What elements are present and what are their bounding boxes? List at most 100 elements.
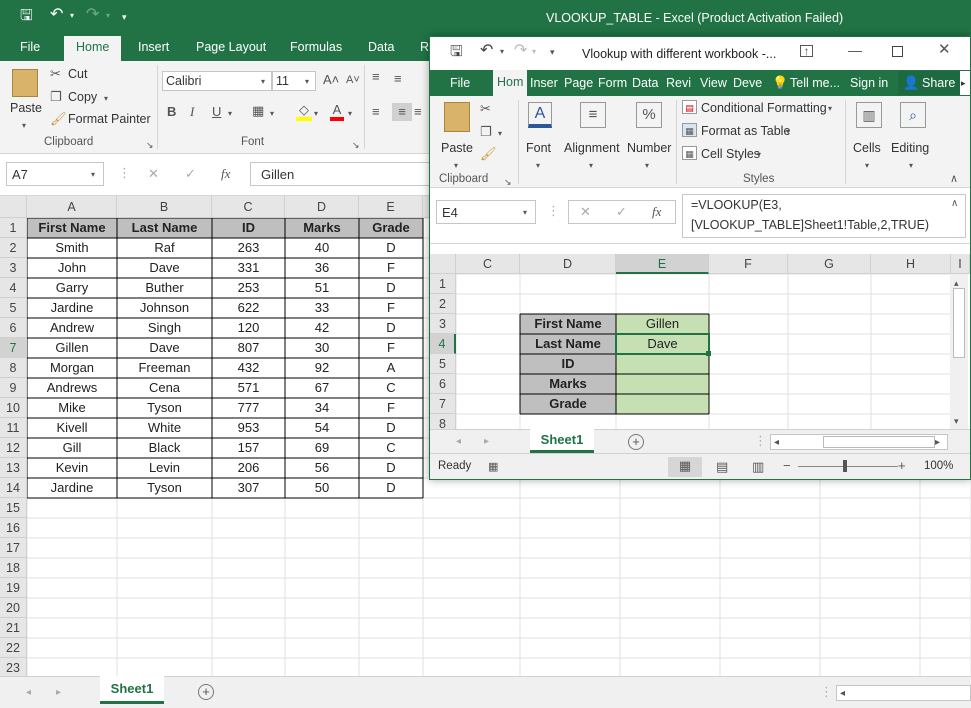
- name-box[interactable]: E4 ▾: [436, 200, 536, 224]
- row-header[interactable]: 4: [430, 334, 456, 354]
- number-button[interactable]: % Number ▾: [626, 100, 672, 170]
- sheet-tab-sheet1[interactable]: Sheet1: [530, 429, 594, 453]
- column-header-c[interactable]: C: [456, 254, 520, 274]
- table-cell[interactable]: 157: [212, 438, 285, 458]
- conditional-formatting-button[interactable]: Conditional Formatting: [701, 101, 827, 115]
- row-header[interactable]: 17: [0, 538, 27, 558]
- lookup-label-cell[interactable]: ID: [520, 354, 616, 374]
- table-cell[interactable]: 432: [212, 358, 285, 378]
- row-header[interactable]: 13: [0, 458, 27, 478]
- tab-page-layout[interactable]: Page: [564, 76, 593, 90]
- copy-icon[interactable]: ❐: [50, 90, 62, 104]
- tab-page-layout[interactable]: Page Layout: [196, 40, 266, 54]
- format-as-table-button[interactable]: Format as Table: [701, 124, 790, 138]
- table-cell[interactable]: 50: [285, 478, 359, 498]
- cells-button[interactable]: ▥ Cells ▾: [850, 100, 886, 170]
- table-cell[interactable]: Jardine: [27, 478, 117, 498]
- tab-home[interactable]: Hom: [493, 70, 528, 96]
- editing-button[interactable]: ⌕ Editing ▾: [890, 100, 936, 170]
- copy-icon[interactable]: ❐: [480, 125, 492, 139]
- table-header-cell[interactable]: Last Name: [117, 218, 212, 238]
- row-header[interactable]: 7: [430, 394, 456, 414]
- table-cell[interactable]: Smith: [27, 238, 117, 258]
- lookup-label-cell[interactable]: Grade: [520, 394, 616, 414]
- table-cell[interactable]: 69: [285, 438, 359, 458]
- cell-styles-button[interactable]: Cell Styles: [701, 147, 760, 161]
- middle-align-icon[interactable]: ≡: [394, 72, 402, 86]
- borders-dropdown-icon[interactable]: ▾: [270, 107, 274, 121]
- table-cell[interactable]: 120: [212, 318, 285, 338]
- table-cell[interactable]: 34: [285, 398, 359, 418]
- tab-developer[interactable]: Deve: [733, 76, 762, 90]
- tab-view[interactable]: View: [700, 76, 727, 90]
- table-cell[interactable]: 263: [212, 238, 285, 258]
- table-cell[interactable]: 777: [212, 398, 285, 418]
- font-name-dropdown[interactable]: Calibri ▾: [162, 71, 272, 91]
- row-header[interactable]: 4: [0, 278, 27, 298]
- insert-function-icon[interactable]: fx: [221, 167, 230, 181]
- table-cell[interactable]: 54: [285, 418, 359, 438]
- scroll-right-icon[interactable]: ▸: [56, 686, 61, 700]
- italic-icon[interactable]: I: [190, 105, 194, 119]
- scroll-left-icon[interactable]: ◂: [456, 435, 461, 449]
- column-header-e[interactable]: E: [616, 254, 709, 274]
- font-color-icon[interactable]: A: [330, 103, 344, 121]
- scroll-thumb[interactable]: [823, 436, 935, 448]
- row-header[interactable]: 20: [0, 598, 27, 618]
- table-cell[interactable]: Johnson: [117, 298, 212, 318]
- tab-formulas[interactable]: Form: [598, 76, 627, 90]
- table-cell[interactable]: Dave: [117, 258, 212, 278]
- table-cell[interactable]: Gill: [27, 438, 117, 458]
- table-cell[interactable]: Singh: [117, 318, 212, 338]
- table-cell[interactable]: Tyson: [117, 478, 212, 498]
- table-cell[interactable]: John: [27, 258, 117, 278]
- cell-styles-icon[interactable]: ▦: [682, 146, 697, 160]
- table-cell[interactable]: Gillen: [27, 338, 117, 358]
- table-cell[interactable]: D: [359, 318, 423, 338]
- column-header-c[interactable]: C: [212, 196, 285, 218]
- row-header[interactable]: 3: [0, 258, 27, 278]
- column-header-d[interactable]: D: [285, 196, 359, 218]
- underline-icon[interactable]: U: [212, 105, 221, 119]
- row-header[interactable]: 1: [430, 274, 456, 294]
- ribbon-display-icon[interactable]: ↑: [800, 45, 813, 57]
- dialog-launcher-icon[interactable]: ↘: [146, 138, 154, 152]
- redo-icon[interactable]: ↷: [514, 43, 527, 59]
- fill-color-icon[interactable]: ◇: [296, 103, 312, 121]
- row-header[interactable]: 7: [0, 338, 27, 358]
- lookup-label-cell[interactable]: First Name: [520, 314, 616, 334]
- zoom-out-icon[interactable]: −: [783, 459, 791, 473]
- share-button[interactable]: 👤 Share: [898, 71, 960, 95]
- table-cell[interactable]: 42: [285, 318, 359, 338]
- table-cell[interactable]: D: [359, 278, 423, 298]
- tab-formulas[interactable]: Formulas: [290, 40, 342, 54]
- table-cell[interactable]: 807: [212, 338, 285, 358]
- column-header-h[interactable]: H: [871, 254, 951, 274]
- tab-review[interactable]: R: [420, 40, 429, 54]
- decrease-font-icon[interactable]: A˅: [346, 73, 360, 87]
- undo-dropdown-icon[interactable]: ▾: [500, 45, 504, 59]
- horizontal-scrollbar[interactable]: ◂: [836, 685, 971, 701]
- name-box[interactable]: A7 ▾: [6, 162, 104, 186]
- column-header-d[interactable]: D: [520, 254, 616, 274]
- copy-dropdown-icon[interactable]: ▾: [104, 92, 108, 106]
- close-icon[interactable]: ✕: [938, 42, 951, 57]
- table-cell[interactable]: 67: [285, 378, 359, 398]
- cancel-icon[interactable]: ✕: [580, 205, 591, 219]
- table-cell[interactable]: Andrews: [27, 378, 117, 398]
- lookup-value-cell[interactable]: [616, 394, 709, 414]
- table-cell[interactable]: Morgan: [27, 358, 117, 378]
- dialog-launcher-icon[interactable]: ↘: [504, 175, 512, 189]
- row-header[interactable]: 5: [430, 354, 456, 374]
- page-layout-view-icon[interactable]: ▤: [716, 460, 728, 474]
- chevron-down-icon[interactable]: ▾: [757, 148, 761, 162]
- align-center-icon[interactable]: ≡: [392, 103, 412, 121]
- table-cell[interactable]: 307: [212, 478, 285, 498]
- select-all-corner[interactable]: [0, 196, 27, 218]
- row-header[interactable]: 2: [0, 238, 27, 258]
- row-header[interactable]: 9: [0, 378, 27, 398]
- table-cell[interactable]: Jardine: [27, 298, 117, 318]
- dialog-launcher-icon[interactable]: ↘: [352, 138, 360, 152]
- customize-toolbar-icon[interactable]: ▾: [122, 10, 127, 24]
- table-cell[interactable]: D: [359, 418, 423, 438]
